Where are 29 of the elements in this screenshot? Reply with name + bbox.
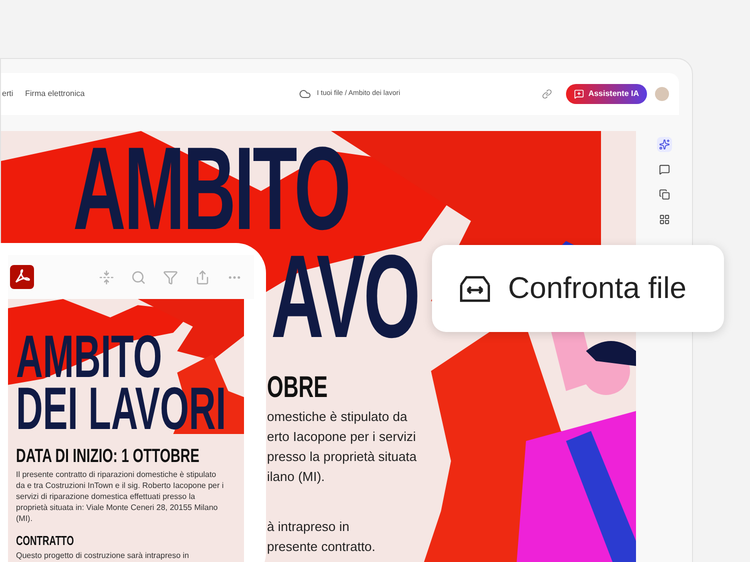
avatar[interactable] <box>655 87 669 101</box>
document-title: AMBITO <box>73 139 350 239</box>
paragraph-line: erto Iacopone per i servizi <box>267 428 416 446</box>
chat-plus-icon <box>574 89 584 99</box>
cloud-icon <box>298 88 311 100</box>
paragraph-line: à intrapreso in <box>267 518 350 536</box>
fit-width-icon[interactable] <box>99 270 114 284</box>
ai-assistant-button[interactable]: Assistente IA <box>566 84 647 104</box>
paragraph-line: presente contratto. <box>267 538 376 556</box>
section-heading: OBRE <box>267 373 328 403</box>
nav-link[interactable]: Firma elettronica <box>25 88 85 100</box>
paragraph-line: omestiche è stipulato da <box>267 408 408 426</box>
document-title: AVO <box>271 247 419 347</box>
section-heading: DATA DI INIZIO: 1 OTTOBRE <box>16 447 200 467</box>
paragraph-line: ilano (MI). <box>267 468 325 486</box>
paragraph-line: presso la proprietà situata <box>267 448 417 466</box>
comment-icon[interactable] <box>656 162 672 177</box>
search-icon[interactable] <box>131 270 146 284</box>
paragraph: Il presente contratto di riparazioni domestiche è stipulato da e tra Costruzioni InTown e il sig. Roberto Iacopone per i servizi di riparazione domestica effettuati presso la proprietà situata in: Viale Monte Ceneri 28, 20155 Milano (MI). <box>16 469 225 524</box>
ai-sparkle-icon[interactable] <box>656 137 672 152</box>
link-icon[interactable] <box>542 89 552 99</box>
filter-icon[interactable] <box>163 270 178 284</box>
section-heading: CONTRATTO <box>16 534 74 548</box>
paragraph: Questo progetto di costruzione sarà intrapreso in <box>16 550 190 561</box>
nav-link[interactable]: erti <box>2 88 14 100</box>
compare-icon <box>458 274 492 304</box>
share-icon[interactable] <box>195 270 210 284</box>
copy-icon[interactable] <box>656 187 672 202</box>
callout-label: Confronta file <box>508 271 686 307</box>
